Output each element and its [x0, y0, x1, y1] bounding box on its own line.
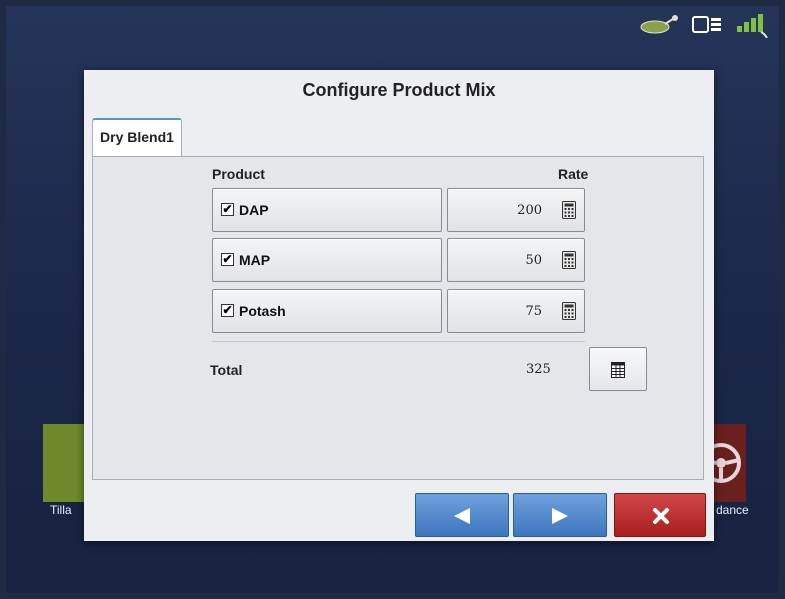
rate-value: 75	[525, 304, 542, 319]
rate-value: 50	[525, 253, 542, 268]
left-arrow-icon	[454, 508, 470, 524]
product-checkbox[interactable]: ✔	[221, 203, 234, 216]
calculator-icon	[562, 302, 576, 320]
next-button[interactable]	[513, 493, 607, 537]
product-checkbox[interactable]: ✔	[221, 304, 234, 317]
dialog-title: Configure Product Mix	[302, 80, 496, 100]
rate-field-dap[interactable]: 200	[447, 188, 585, 232]
tab-dry-blend1[interactable]: Dry Blend1	[92, 118, 182, 156]
display-config-icon[interactable]	[691, 14, 725, 36]
cancel-button[interactable]	[614, 493, 706, 537]
rate-field-map[interactable]: 50	[447, 238, 585, 282]
status-bar	[639, 12, 771, 38]
rate-field-potash[interactable]: 75	[447, 289, 585, 333]
product-column-header: Product	[212, 166, 265, 182]
product-name: DAP	[239, 202, 269, 218]
tillage-app-label: Tilla	[50, 503, 72, 517]
calculator-icon	[562, 251, 576, 269]
configure-product-mix-dialog: Configure Product Mix Dry Blend1 Product…	[84, 70, 714, 541]
rate-value: 200	[517, 203, 542, 218]
guidance-app-label: dance	[716, 503, 749, 517]
close-icon	[653, 508, 669, 524]
rate-column-header: Rate	[558, 166, 589, 182]
gps-antenna-icon[interactable]	[639, 14, 681, 36]
total-divider	[212, 341, 585, 342]
product-toggle-potash[interactable]: ✔ Potash	[212, 289, 442, 333]
product-toggle-dap[interactable]: ✔ DAP	[212, 188, 442, 232]
product-name: Potash	[239, 303, 286, 319]
right-arrow-icon	[552, 508, 568, 524]
table-calculator-icon	[611, 362, 625, 378]
total-calculator-button[interactable]	[589, 347, 647, 391]
screen-frame: Tilla dance Configure Product Mix Dry Bl…	[6, 6, 779, 593]
total-value: 325	[526, 362, 551, 377]
wireless-signal-icon[interactable]	[735, 12, 771, 38]
product-toggle-map[interactable]: ✔ MAP	[212, 238, 442, 282]
previous-button[interactable]	[415, 493, 509, 537]
calculator-icon	[562, 201, 576, 219]
product-checkbox[interactable]: ✔	[221, 253, 234, 266]
total-label: Total	[210, 362, 243, 378]
product-name: MAP	[239, 252, 271, 268]
